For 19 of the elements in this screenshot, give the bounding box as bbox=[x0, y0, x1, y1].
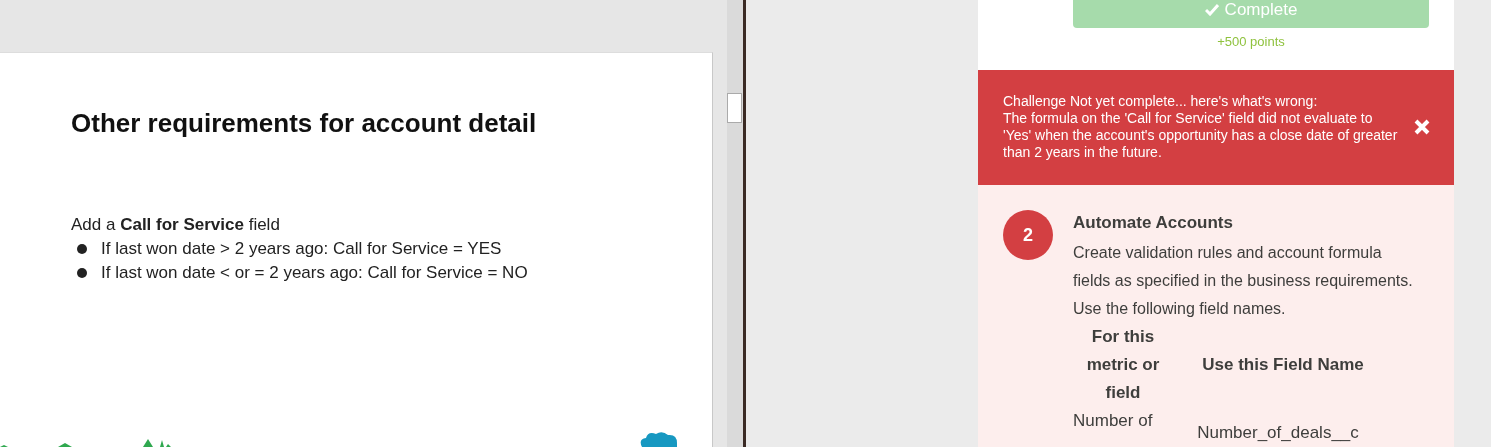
step-title: Automate Accounts bbox=[1073, 213, 1234, 233]
step-description: Create validation rules and account formula fields as specified in the business requirements. Use the following field names. bbox=[1073, 243, 1414, 319]
table-cell-text: Number_of_deals__c bbox=[1196, 422, 1360, 444]
error-message: Challenge Not yet complete... here's what's wrong: The formula on the 'Call for Service' field did not evaluate to 'Yes' when the account's opportunity has a close date of greater than 2 years in the future. bbox=[1003, 93, 1398, 162]
column-header: Use this Field Name bbox=[1201, 354, 1365, 376]
scrollbar-thumb[interactable] bbox=[727, 93, 742, 123]
check-icon bbox=[1204, 4, 1219, 16]
points-text: +500 points bbox=[1217, 34, 1285, 49]
bullet-icon bbox=[77, 268, 87, 278]
table-cell-text: Number of bbox=[1073, 410, 1154, 432]
bullet-icon bbox=[77, 244, 87, 254]
bullet-text: If last won date > 2 years ago: Call for Service = YES bbox=[101, 238, 502, 260]
close-icon[interactable] bbox=[1414, 119, 1430, 136]
slide-text: Add a Call for Service field bbox=[71, 215, 281, 235]
column-header: For this metric or field bbox=[1085, 326, 1161, 404]
cloud-icon bbox=[638, 431, 678, 447]
slide-title: Other requirements for account detail bbox=[71, 108, 538, 139]
step-number: 2 bbox=[1003, 210, 1053, 260]
bullet-text: If last won date < or = 2 years ago: Call for Service = NO bbox=[101, 262, 528, 284]
